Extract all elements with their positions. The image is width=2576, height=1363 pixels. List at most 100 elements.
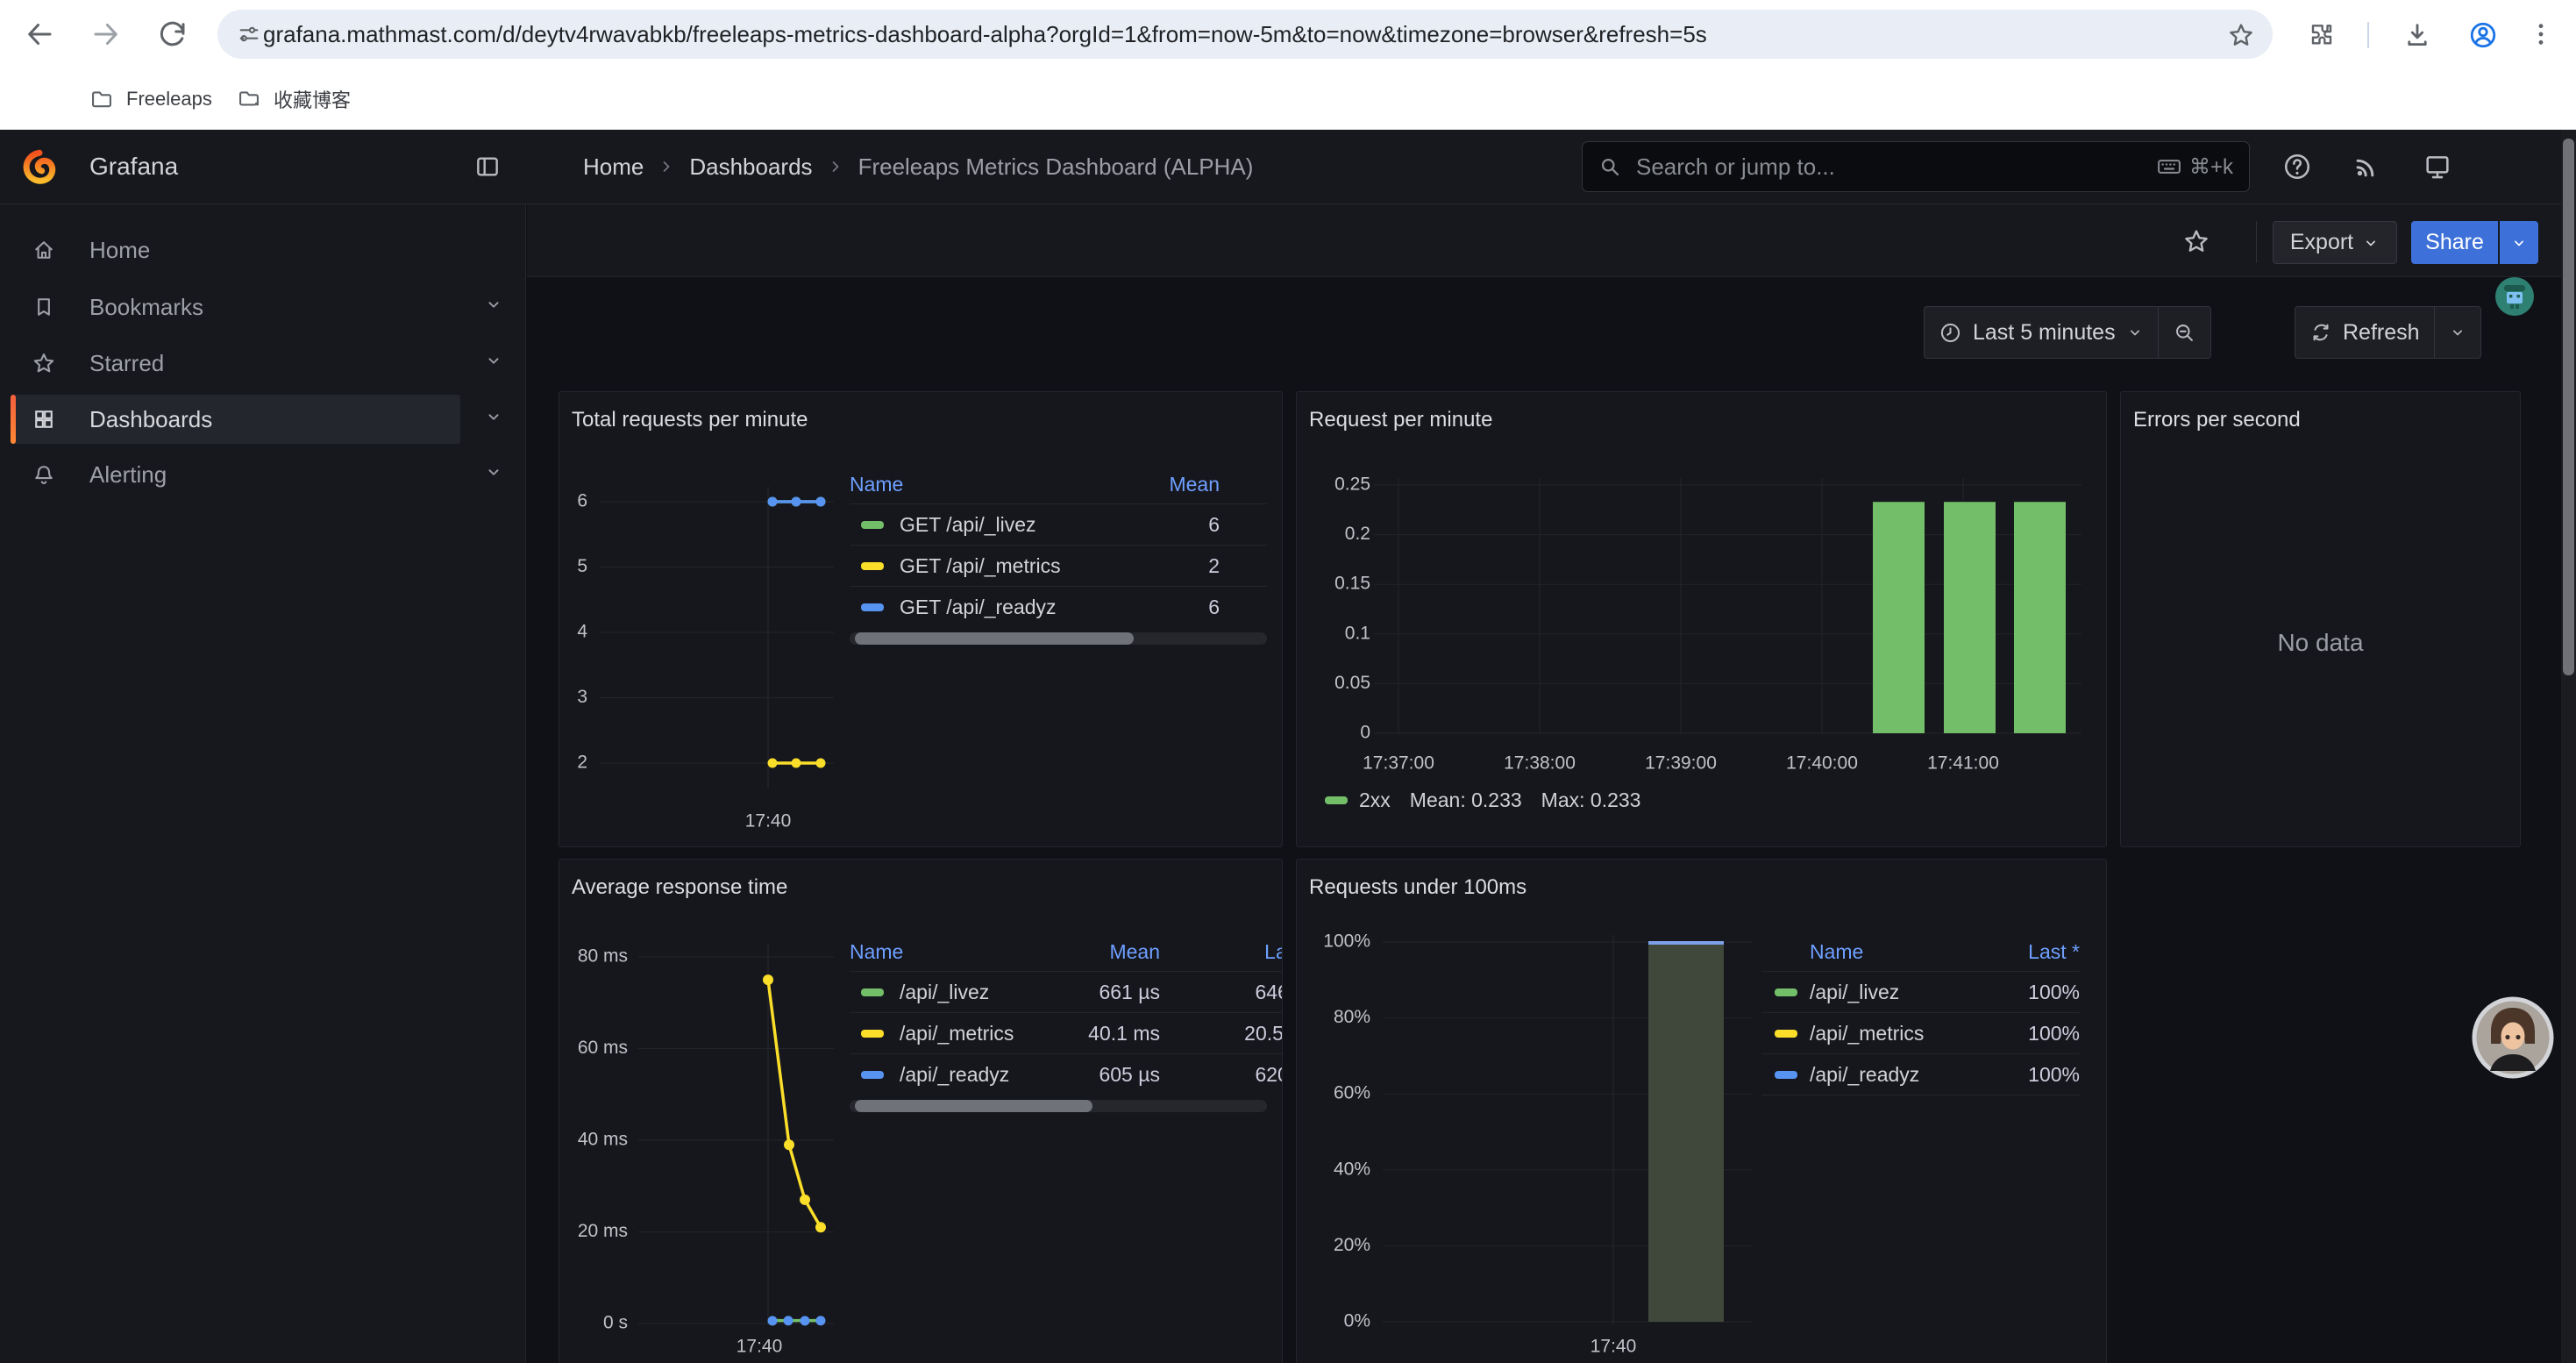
series-color-pill bbox=[1775, 1071, 1797, 1079]
svg-text:0: 0 bbox=[1360, 723, 1370, 743]
search-shortcut: ⌘+k bbox=[2156, 153, 2233, 180]
legend-col-name[interactable]: Name bbox=[850, 473, 903, 496]
no-data-message: No data bbox=[2121, 629, 2520, 657]
sidebar-item-bookmarks[interactable]: Bookmarks bbox=[11, 282, 460, 332]
legend-item-2xx[interactable]: 2xx Mean: 0.233 Max: 0.233 bbox=[1325, 789, 1640, 812]
favorite-star-icon[interactable] bbox=[2182, 227, 2210, 255]
svg-text:60%: 60% bbox=[1334, 1083, 1370, 1103]
svg-text:0.15: 0.15 bbox=[1334, 574, 1370, 594]
zoom-out-button[interactable] bbox=[2159, 307, 2210, 358]
back-icon[interactable] bbox=[24, 18, 55, 50]
active-indicator bbox=[11, 395, 16, 444]
svg-text:2: 2 bbox=[577, 753, 587, 773]
kiosk-monitor-icon[interactable] bbox=[2423, 152, 2452, 182]
brand-label[interactable]: Grafana bbox=[89, 130, 178, 203]
legend-scrollbar-thumb[interactable] bbox=[855, 1100, 1092, 1112]
legend-col-name[interactable]: Name bbox=[850, 940, 1055, 964]
refresh-icon bbox=[2309, 321, 2332, 344]
bookmark-folder-freeleaps[interactable]: Freeleaps bbox=[77, 79, 224, 119]
clock-icon bbox=[1939, 321, 1962, 345]
chevron-down-icon[interactable] bbox=[484, 462, 503, 482]
page-scrollbar-thumb[interactable] bbox=[2563, 139, 2574, 675]
search-box[interactable]: ⌘+k bbox=[1582, 141, 2250, 192]
export-button[interactable]: Export bbox=[2273, 221, 2397, 264]
legend-col-last[interactable]: Last * bbox=[2028, 940, 2080, 964]
refresh-button[interactable]: Refresh bbox=[2295, 307, 2434, 358]
forward-icon[interactable] bbox=[90, 18, 122, 50]
legend-col-last[interactable]: Last * bbox=[1160, 940, 1283, 964]
user-avatar[interactable] bbox=[2495, 277, 2534, 316]
bookmarks-bar: Freeleaps 收藏博客 bbox=[0, 68, 2576, 130]
sidebar-item-home[interactable]: Home bbox=[11, 225, 460, 275]
legend-row[interactable]: /api/_readyz 100% bbox=[1761, 1054, 2080, 1095]
chevron-down-icon[interactable] bbox=[484, 407, 503, 426]
url-input[interactable] bbox=[261, 20, 2211, 49]
sidebar-item-dashboards[interactable]: Dashboards bbox=[11, 395, 460, 444]
sidebar-item-starred[interactable]: Starred bbox=[11, 339, 460, 388]
actions-divider bbox=[2256, 221, 2257, 263]
panel-request-per-minute: Request per minute 0.250.20.150.10.05017… bbox=[1296, 391, 2107, 847]
toolbar-divider bbox=[2367, 22, 2369, 48]
svg-text:4: 4 bbox=[577, 622, 587, 642]
keyboard-icon bbox=[2156, 153, 2182, 180]
refresh-label: Refresh bbox=[2343, 320, 2420, 346]
chevron-right-icon bbox=[658, 158, 675, 175]
assistant-avatar[interactable] bbox=[2471, 995, 2555, 1080]
help-icon[interactable] bbox=[2282, 152, 2312, 182]
browser-menu-icon[interactable] bbox=[2527, 20, 2555, 48]
reload-icon[interactable] bbox=[157, 18, 189, 50]
legend-col-mean[interactable]: Mean bbox=[1169, 473, 1220, 496]
chevron-down-icon bbox=[2362, 234, 2380, 252]
news-rss-icon[interactable] bbox=[2352, 152, 2381, 182]
legend-row[interactable]: GET /api/_readyz 6 bbox=[850, 587, 1267, 628]
series-color-pill bbox=[1325, 796, 1348, 804]
legend-row[interactable]: GET /api/_livez 6 bbox=[850, 504, 1267, 546]
legend-row[interactable]: /api/_readyz 605 µs 620 µs bbox=[850, 1054, 1283, 1095]
legend-row[interactable]: GET /api/_metrics 2 bbox=[850, 546, 1267, 587]
legend-row[interactable]: /api/_livez 100% bbox=[1761, 972, 2080, 1013]
bookmark-icon bbox=[32, 295, 56, 319]
chevron-down-icon[interactable] bbox=[484, 351, 503, 370]
legend-table: Name Mean Last * /api/_livez 661 µs 646 … bbox=[850, 933, 1283, 1112]
site-settings-icon[interactable] bbox=[237, 22, 261, 46]
profile-icon[interactable] bbox=[2468, 20, 2498, 50]
search-input[interactable] bbox=[1634, 153, 2144, 182]
svg-text:100%: 100% bbox=[1323, 931, 1370, 952]
svg-text:5: 5 bbox=[577, 556, 587, 576]
svg-text:40%: 40% bbox=[1334, 1159, 1370, 1179]
legend-row[interactable]: /api/_livez 661 µs 646 µs bbox=[850, 972, 1283, 1013]
legend-row[interactable]: /api/_metrics 40.1 ms 20.5 ms bbox=[850, 1013, 1283, 1054]
share-menu-button[interactable] bbox=[2500, 221, 2538, 264]
breadcrumb-dashboards[interactable]: Dashboards bbox=[689, 153, 812, 181]
bookmark-folder-blogs[interactable]: 收藏博客 bbox=[224, 79, 363, 119]
svg-text:6: 6 bbox=[577, 491, 587, 511]
svg-text:17:40: 17:40 bbox=[1590, 1337, 1637, 1357]
series-color-pill bbox=[861, 603, 884, 611]
legend-col-mean[interactable]: Mean bbox=[1055, 940, 1160, 964]
svg-text:17:39:00: 17:39:00 bbox=[1645, 753, 1717, 774]
url-bar[interactable] bbox=[217, 10, 2273, 59]
sidebar-item-label: Alerting bbox=[89, 461, 167, 489]
time-range-picker[interactable]: Last 5 minutes bbox=[1925, 307, 2158, 358]
share-button[interactable]: Share bbox=[2411, 221, 2498, 264]
star-icon bbox=[32, 351, 56, 375]
series-color-pill bbox=[1775, 988, 1797, 996]
svg-text:17:40: 17:40 bbox=[737, 1337, 783, 1357]
legend-col-name[interactable]: Name bbox=[1810, 940, 1863, 964]
extensions-icon[interactable] bbox=[2306, 21, 2334, 49]
legend-scrollbar-thumb[interactable] bbox=[855, 632, 1134, 645]
legend-scrollbar[interactable] bbox=[850, 1100, 1267, 1112]
legend-scrollbar[interactable] bbox=[850, 632, 1267, 645]
breadcrumb-home[interactable]: Home bbox=[583, 153, 644, 181]
download-icon[interactable] bbox=[2402, 20, 2432, 50]
svg-text:0 s: 0 s bbox=[603, 1313, 628, 1333]
chevron-down-icon[interactable] bbox=[484, 295, 503, 314]
legend-row[interactable]: /api/_metrics 100% bbox=[1761, 1013, 2080, 1054]
panel-title[interactable]: Errors per second bbox=[2133, 408, 2301, 432]
dock-menu-icon[interactable] bbox=[473, 153, 502, 181]
legend-mean: Mean: 0.233 bbox=[1410, 789, 1522, 812]
refresh-interval-button[interactable] bbox=[2435, 307, 2480, 358]
bookmark-star-icon[interactable] bbox=[2227, 21, 2255, 49]
grafana-logo[interactable] bbox=[21, 148, 58, 185]
sidebar-item-alerting[interactable]: Alerting bbox=[11, 450, 460, 499]
